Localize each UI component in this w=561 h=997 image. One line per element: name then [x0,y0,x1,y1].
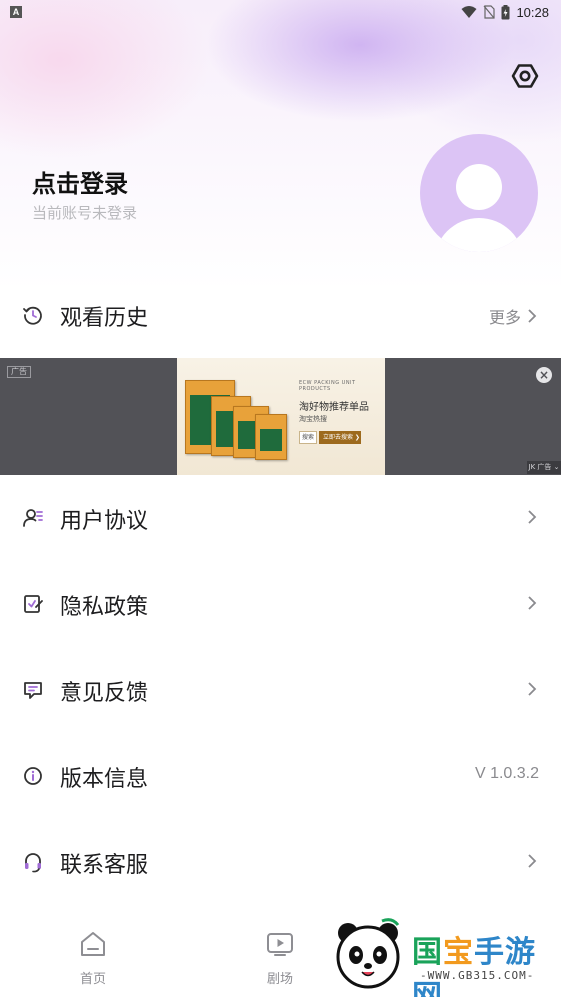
ad-search-button[interactable]: 搜索 [299,431,317,444]
play-tv-icon [267,933,293,956]
ad-creative[interactable]: ECW PACKING UNIT PRODUCTS 淘好物推荐单品 淘宝热搜 搜… [177,358,385,475]
menu-item-right [521,851,539,871]
watermark-title: 国宝手游网 [412,927,561,997]
status-bar: A 10:28 [0,0,561,24]
version-number: V 1.0.3.2 [474,765,539,782]
hexagon-settings-icon [511,64,539,88]
feedback-message-icon [24,682,42,699]
watch-history-row[interactable]: 观看历史 更多 [0,287,561,343]
menu-item-right [521,593,539,613]
menu-item-right [521,679,539,699]
login-title[interactable]: 点击登录 [32,164,128,199]
menu-item-privacy-policy[interactable]: 隐私政策 [0,576,561,632]
menu-item-right: V 1.0.3.2 [475,765,539,783]
menu-item-label: 用户协议 [60,509,149,534]
ad-source-badge: JK 广告 ⌄ [527,461,561,474]
tab-home[interactable]: 首页 [53,918,133,997]
menu-item-user-agreement[interactable]: 用户协议 [0,490,561,546]
settings-button[interactable] [511,62,539,90]
history-more-link[interactable]: 更多 [489,304,539,328]
menu-item-feedback[interactable]: 意见反馈 [0,662,561,718]
ad-subline: 淘宝热搜 [299,415,327,423]
tab-label: 首页 [79,972,106,987]
panda-logo-icon [336,918,400,989]
watch-history-label: 观看历史 [60,306,149,331]
notification-icon: A [10,6,22,18]
home-icon [81,932,105,956]
wifi-icon [461,6,477,18]
tab-theater[interactable]: 剧场 [240,918,320,997]
ad-small-text: ECW PACKING UNIT PRODUCTS [299,380,356,392]
avatar-head [456,164,502,210]
history-clock-icon [23,306,42,325]
sim-off-icon [483,5,496,19]
watermark-title-part2: 宝 [443,935,474,970]
ad-product-image [255,414,287,460]
chevron-right-icon [528,510,537,524]
menu-item-label: 联系客服 [60,853,149,878]
battery-charging-icon [501,4,510,19]
user-agreement-icon [23,509,43,527]
menu-item-version-info[interactable]: 版本信息 V 1.0.3.2 [0,748,561,804]
ad-headline: 淘好物推荐单品 [299,402,369,413]
menu-item-contact-support[interactable]: 联系客服 [0,834,561,890]
menu-item-label: 版本信息 [60,767,149,792]
info-circle-icon [24,767,42,785]
ad-tag: 广告 [7,366,31,378]
tab-label: 剧场 [266,972,293,987]
chevron-right-icon [528,854,537,868]
watermark-url: -WWW.GB315.COM- [420,969,535,982]
ad-close-button[interactable]: × [536,367,552,383]
menu-item-label: 隐私政策 [60,595,149,620]
status-icons: 10:28 [461,3,549,21]
privacy-policy-icon [24,595,43,613]
avatar-body [434,218,524,252]
chevron-right-icon [528,309,537,323]
login-subtitle: 当前账号未登录 [32,204,138,222]
history-more-label: 更多 [488,310,521,327]
menu-item-label: 意见反馈 [60,681,149,706]
avatar[interactable] [420,134,538,252]
ad-cta-button[interactable]: 立即去搜索 ❯ [319,431,361,444]
headset-icon [25,853,41,873]
clock: 10:28 [516,4,549,20]
chevron-right-icon [528,682,537,696]
site-watermark: 国宝手游网 -WWW.GB315.COM- [310,905,561,997]
chevron-right-icon [528,596,537,610]
menu-item-right [521,507,539,527]
watermark-title-part1: 国 [412,935,443,970]
ad-banner[interactable]: 广告 ECW PACKING UNIT PRODUCTS 淘好物推荐单品 淘宝热… [0,358,561,475]
